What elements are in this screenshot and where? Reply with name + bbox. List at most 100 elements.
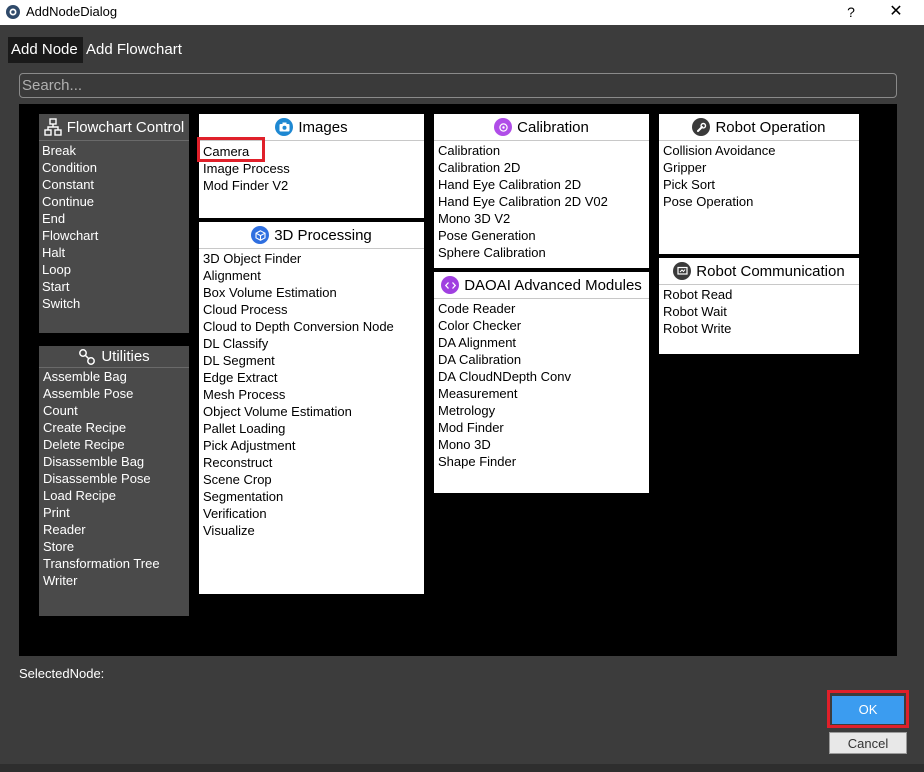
node-item-disassemble-pose[interactable]: Disassemble Pose (43, 470, 187, 487)
node-item-calibration-2d[interactable]: Calibration 2D (438, 159, 647, 176)
node-item-sphere-calibration[interactable]: Sphere Calibration (438, 244, 647, 261)
node-item-calibration[interactable]: Calibration (438, 142, 647, 159)
node-item-code-reader[interactable]: Code Reader (438, 300, 647, 317)
panel-title: Robot Operation (715, 118, 826, 136)
wrench-icon (692, 118, 711, 136)
node-item-store[interactable]: Store (43, 538, 187, 555)
node-item-delete-recipe[interactable]: Delete Recipe (43, 436, 187, 453)
node-item-transformation-tree[interactable]: Transformation Tree (43, 555, 187, 572)
item-list: Camera Image Process Mod Finder V2 (203, 143, 422, 194)
node-item-shape-finder[interactable]: Shape Finder (438, 453, 647, 470)
utilities-icon (79, 348, 96, 365)
node-item-color-checker[interactable]: Color Checker (438, 317, 647, 334)
node-item-da-cloudndepth-conv[interactable]: DA CloudNDepth Conv (438, 368, 647, 385)
camera-icon (275, 118, 294, 136)
node-item-hand-eye-calibration-2d-v02[interactable]: Hand Eye Calibration 2D V02 (438, 193, 647, 210)
node-item-dl-classify[interactable]: DL Classify (203, 335, 422, 352)
panel-robot-operation: Robot Operation Collision Avoidance Grip… (659, 114, 859, 254)
node-item-cloud-process[interactable]: Cloud Process (203, 301, 422, 318)
node-item-flowchart[interactable]: Flowchart (42, 227, 187, 244)
node-item-gripper[interactable]: Gripper (663, 159, 857, 176)
node-item-mono-3d-v2[interactable]: Mono 3D V2 (438, 210, 647, 227)
flowchart-icon (44, 118, 62, 136)
code-icon (441, 276, 460, 294)
node-item-mono-3d[interactable]: Mono 3D (438, 436, 647, 453)
node-item-mesh-process[interactable]: Mesh Process (203, 386, 422, 403)
node-item-image-process[interactable]: Image Process (203, 160, 422, 177)
node-item-pick-adjustment[interactable]: Pick Adjustment (203, 437, 422, 454)
search-input[interactable]: Search... (19, 73, 897, 98)
node-item-loop[interactable]: Loop (42, 261, 187, 278)
cancel-button[interactable]: Cancel (829, 732, 907, 754)
item-list: Robot Read Robot Wait Robot Write (663, 286, 857, 337)
item-list: Calibration Calibration 2D Hand Eye Cali… (438, 142, 647, 261)
node-item-assemble-pose[interactable]: Assemble Pose (43, 385, 187, 402)
node-item-robot-read[interactable]: Robot Read (663, 286, 857, 303)
node-item-robot-write[interactable]: Robot Write (663, 320, 857, 337)
close-button[interactable]: ✕ (878, 1, 914, 23)
node-item-reconstruct[interactable]: Reconstruct (203, 454, 422, 471)
node-item-object-volume-estimation[interactable]: Object Volume Estimation (203, 403, 422, 420)
node-item-assemble-bag[interactable]: Assemble Bag (43, 368, 187, 385)
node-item-3d-object-finder[interactable]: 3D Object Finder (203, 250, 422, 267)
node-item-continue[interactable]: Continue (42, 193, 187, 210)
target-icon (494, 118, 513, 136)
node-item-visualize[interactable]: Visualize (203, 522, 422, 539)
node-item-alignment[interactable]: Alignment (203, 267, 422, 284)
node-item-load-recipe[interactable]: Load Recipe (43, 487, 187, 504)
node-item-break[interactable]: Break (42, 142, 187, 159)
node-item-dl-segment[interactable]: DL Segment (203, 352, 422, 369)
node-item-scene-crop[interactable]: Scene Crop (203, 471, 422, 488)
panel-header: 3D Processing (199, 222, 424, 249)
node-item-pick-sort[interactable]: Pick Sort (663, 176, 857, 193)
panel-calibration: Calibration Calibration Calibration 2D H… (434, 114, 649, 268)
node-item-hand-eye-calibration-2d[interactable]: Hand Eye Calibration 2D (438, 176, 647, 193)
node-item-halt[interactable]: Halt (42, 244, 187, 261)
screen-icon (673, 262, 692, 280)
tab-add-flowchart[interactable]: Add Flowchart (86, 37, 186, 63)
node-item-writer[interactable]: Writer (43, 572, 187, 589)
node-item-measurement[interactable]: Measurement (438, 385, 647, 402)
panel-header: Robot Communication (659, 258, 859, 285)
title-bar: AddNodeDialog ? ✕ (0, 0, 924, 25)
node-item-camera[interactable]: Camera (203, 143, 422, 160)
node-item-constant[interactable]: Constant (42, 176, 187, 193)
node-item-mod-finder[interactable]: Mod Finder (438, 419, 647, 436)
node-item-segmentation[interactable]: Segmentation (203, 488, 422, 505)
panel-header: Images (199, 114, 424, 141)
panel-header: Calibration (434, 114, 649, 141)
node-item-box-volume-estimation[interactable]: Box Volume Estimation (203, 284, 422, 301)
panel-daoai-advanced-modules: DAOAI Advanced Modules Code Reader Color… (434, 272, 649, 493)
panel-title: Flowchart Control (66, 118, 185, 136)
node-item-disassemble-bag[interactable]: Disassemble Bag (43, 453, 187, 470)
node-item-da-calibration[interactable]: DA Calibration (438, 351, 647, 368)
node-item-robot-wait[interactable]: Robot Wait (663, 303, 857, 320)
node-item-switch[interactable]: Switch (42, 295, 187, 312)
node-item-end[interactable]: End (42, 210, 187, 227)
node-item-print[interactable]: Print (43, 504, 187, 521)
node-item-start[interactable]: Start (42, 278, 187, 295)
ok-button[interactable]: OK (832, 696, 904, 724)
node-item-count[interactable]: Count (43, 402, 187, 419)
tab-add-node[interactable]: Add Node (8, 37, 83, 63)
panel-title: Robot Communication (696, 262, 845, 280)
node-item-cloud-to-depth[interactable]: Cloud to Depth Conversion Node (203, 318, 422, 335)
node-item-pallet-loading[interactable]: Pallet Loading (203, 420, 422, 437)
node-item-mod-finder-v2[interactable]: Mod Finder V2 (203, 177, 422, 194)
bottom-edge (0, 764, 924, 772)
help-button[interactable]: ? (836, 1, 866, 23)
item-list: 3D Object Finder Alignment Box Volume Es… (203, 250, 422, 539)
node-item-verification[interactable]: Verification (203, 505, 422, 522)
node-item-da-alignment[interactable]: DA Alignment (438, 334, 647, 351)
node-item-collision-avoidance[interactable]: Collision Avoidance (663, 142, 857, 159)
node-item-pose-generation[interactable]: Pose Generation (438, 227, 647, 244)
panel-header: DAOAI Advanced Modules (434, 272, 649, 299)
node-item-reader[interactable]: Reader (43, 521, 187, 538)
panel-title: Calibration (517, 118, 589, 136)
node-item-condition[interactable]: Condition (42, 159, 187, 176)
node-item-pose-operation[interactable]: Pose Operation (663, 193, 857, 210)
node-item-metrology[interactable]: Metrology (438, 402, 647, 419)
panel-title: Images (298, 118, 348, 136)
node-item-create-recipe[interactable]: Create Recipe (43, 419, 187, 436)
node-item-edge-extract[interactable]: Edge Extract (203, 369, 422, 386)
